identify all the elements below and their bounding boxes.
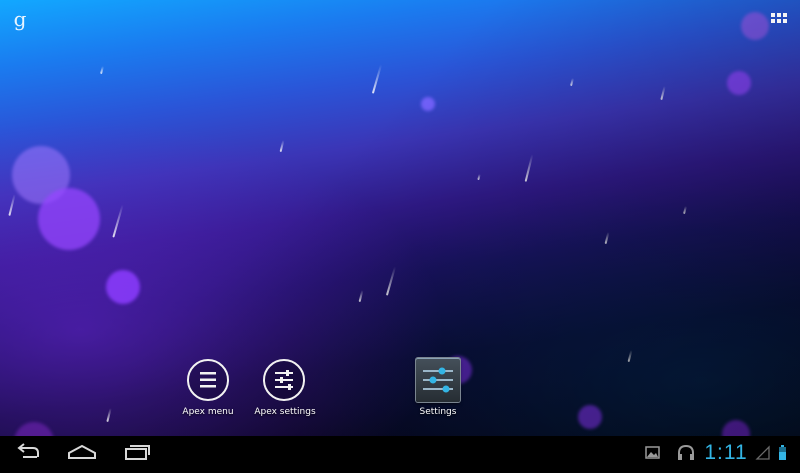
system-bar: 1:11 <box>0 436 800 469</box>
battery-icon <box>777 436 789 469</box>
rain-streak <box>385 266 397 296</box>
rain-streak <box>604 231 610 245</box>
rain-streak <box>358 289 364 303</box>
all-apps-button[interactable] <box>766 8 794 32</box>
apex-settings-label: Apex settings <box>254 407 316 417</box>
rain-streak <box>660 85 666 101</box>
rain-streak <box>100 65 104 75</box>
sliders-icon <box>263 359 305 401</box>
home-button[interactable] <box>62 436 102 469</box>
apex-menu-shortcut[interactable]: Apex menu <box>165 354 251 424</box>
recent-apps-icon <box>125 445 150 460</box>
recent-apps-button[interactable] <box>117 436 157 469</box>
settings-shortcut[interactable]: Settings <box>395 354 481 424</box>
settings-sliders-icon <box>416 358 460 402</box>
gallery-notification-icon[interactable] <box>644 436 662 469</box>
headphones-icon[interactable] <box>676 436 696 469</box>
rain-streak <box>683 205 687 215</box>
signal-icon <box>755 436 771 469</box>
rain-streak <box>570 77 574 87</box>
bokeh-light <box>727 71 751 95</box>
back-arrow-icon <box>17 443 39 458</box>
rain-streak <box>477 173 481 181</box>
bokeh-light <box>421 97 435 111</box>
apex-menu-label: Apex menu <box>182 407 234 417</box>
settings-label: Settings <box>419 407 457 417</box>
bokeh-light <box>38 188 100 250</box>
bokeh-light <box>722 420 750 436</box>
bokeh-light <box>106 270 140 304</box>
rain-streak <box>8 194 16 216</box>
rain-streak <box>279 139 285 153</box>
rain-streak <box>106 407 112 423</box>
status-clock[interactable]: 1:11 <box>700 440 752 466</box>
rain-streak <box>371 64 383 94</box>
menu-lines-icon <box>187 359 229 401</box>
rain-streak <box>627 349 633 363</box>
google-search-button[interactable]: g <box>8 6 32 32</box>
back-button[interactable] <box>8 436 48 469</box>
rain-streak <box>524 154 534 182</box>
bokeh-light <box>578 405 602 429</box>
bokeh-light <box>14 422 54 436</box>
google-g-icon: g <box>13 7 27 31</box>
apex-settings-shortcut[interactable]: Apex settings <box>242 354 328 424</box>
bokeh-light <box>12 146 70 204</box>
rain-streak <box>112 204 124 238</box>
bokeh-light <box>741 12 769 40</box>
home-house-icon <box>68 444 96 459</box>
